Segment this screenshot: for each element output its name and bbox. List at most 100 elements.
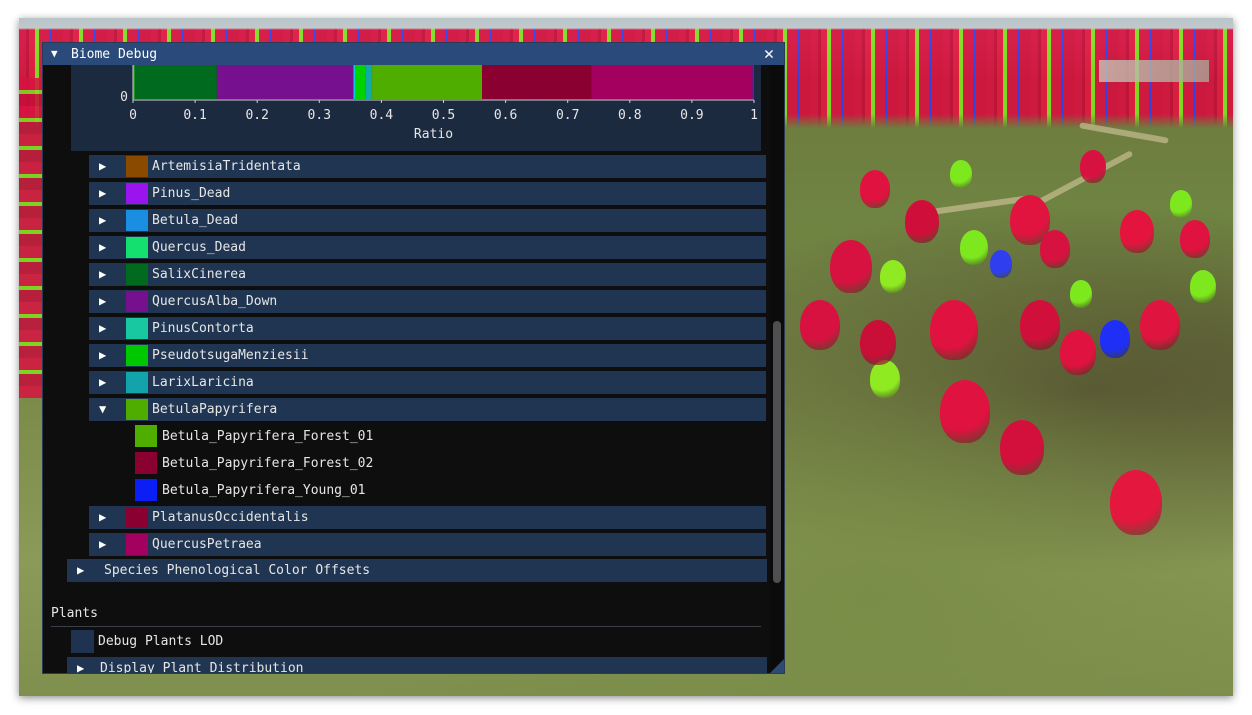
resize-grip-icon[interactable] [770,659,784,673]
species-row[interactable]: ▶ Pinus_Dead [89,182,766,205]
bar-segment [482,65,592,99]
species-row[interactable]: ▶ PlatanusOccidentalis [89,506,766,529]
color-swatch[interactable] [126,507,148,528]
plants-section-title: Plants [51,606,98,621]
color-swatch[interactable] [135,479,157,501]
species-row[interactable]: ▶ ArtemisiaTridentata [89,155,766,178]
species-row[interactable]: ▼ BetulaPapyrifera [89,398,766,421]
bar-segment [752,65,754,99]
tree [860,170,890,208]
distant-farm [1099,60,1209,82]
debug-plants-lod-label: Debug Plants LOD [98,634,224,649]
window-titlebar[interactable]: ▼ Biome Debug ✕ [43,43,784,65]
species-name: LarixLaricina [152,375,254,390]
close-icon[interactable]: ✕ [760,45,778,63]
phenological-offsets-header[interactable]: ▶ Species Phenological Color Offsets [67,559,767,582]
tree [960,230,988,265]
scrollbar-thumb[interactable] [773,321,781,583]
expand-arrow-icon: ▶ [99,159,107,173]
species-row[interactable]: ▶ QuercusAlba_Down [89,290,766,313]
bar-segment [216,65,354,99]
color-swatch[interactable] [135,425,157,447]
ratio-chart: 0 0.1 0.2 0.3 0.4 0.5 0.6 0.7 0.8 0.9 1 0 Ratio [71,65,761,151]
tree [905,200,939,243]
variant-row[interactable]: Betula_Papyrifera_Young_01 [135,479,735,502]
variant-row[interactable]: Betula_Papyrifera_Forest_01 [135,425,735,448]
color-swatch[interactable] [126,291,148,312]
window-title: Biome Debug [71,46,158,62]
color-swatch[interactable] [126,156,148,177]
tree [950,160,972,188]
color-swatch[interactable] [126,210,148,231]
x-tick-label: 1 [750,108,758,123]
tree [880,260,906,293]
tree [1190,270,1216,303]
phenological-offsets-label: Species Phenological Color Offsets [104,563,371,578]
bar-segment [591,65,753,99]
color-swatch[interactable] [126,399,148,420]
bar-segment [353,65,356,99]
variant-name: Betula_Papyrifera_Forest_02 [162,456,374,471]
collapse-arrow-icon[interactable]: ▼ [51,48,61,59]
species-row[interactable]: ▶ Quercus_Dead [89,236,766,259]
tree [1060,330,1096,375]
bar-segment [372,65,483,99]
species-name: PseudotsugaMenziesii [152,348,309,363]
ratio-chart-svg: 0 0.1 0.2 0.3 0.4 0.5 0.6 0.7 0.8 0.9 1 0 Ratio [120,65,758,142]
color-swatch[interactable] [126,183,148,204]
species-name: Pinus_Dead [152,186,231,201]
x-tick-label: 0.2 [245,108,268,123]
variant-row[interactable]: Betula_Papyrifera_Forest_02 [135,452,735,475]
section-divider [51,626,761,627]
species-name: QuercusAlba_Down [152,294,278,309]
species-row[interactable]: ▶ QuercusPetraea [89,533,766,556]
tree [1110,470,1162,535]
color-swatch[interactable] [126,372,148,393]
expand-arrow-icon: ▶ [99,321,107,335]
species-name: PlatanusOccidentalis [152,510,309,525]
display-plant-distribution-header[interactable]: ▶ Display Plant Distribution [67,657,767,674]
species-row[interactable]: ▶ SalixCinerea [89,263,766,286]
color-swatch[interactable] [126,237,148,258]
x-tick-label: 0 [129,108,137,123]
tree [1040,230,1070,268]
tree [1080,150,1106,183]
expand-arrow-icon: ▶ [99,348,107,362]
species-row[interactable]: ▶ PinusContorta [89,317,766,340]
tree [1120,210,1154,253]
tree [860,320,896,365]
tree [940,380,990,443]
species-name: Quercus_Dead [152,240,246,255]
expand-arrow-icon: ▶ [99,267,107,281]
color-swatch[interactable] [126,534,148,555]
species-row[interactable]: ▶ Betula_Dead [89,209,766,232]
variant-name: Betula_Papyrifera_Young_01 [162,483,366,498]
species-row[interactable]: ▶ LarixLaricina [89,371,766,394]
bar-segment [355,65,366,99]
x-tick-label: 0.7 [556,108,579,123]
species-row[interactable]: ▶ PseudotsugaMenziesii [89,344,766,367]
expand-arrow-icon: ▶ [77,661,85,674]
color-swatch[interactable] [126,318,148,339]
x-tick-label: 0.5 [432,108,455,123]
expand-arrow-icon: ▶ [77,563,85,577]
x-tick-label: 0.4 [370,108,394,123]
tree [1020,300,1060,350]
expand-arrow-icon: ▶ [99,537,107,551]
species-name: SalixCinerea [152,267,246,282]
expand-arrow-icon: ▶ [99,240,107,254]
x-axis-label: Ratio [414,127,453,142]
color-swatch[interactable] [126,345,148,366]
species-name: QuercusPetraea [152,537,262,552]
x-tick-label: 0.8 [618,108,641,123]
tree [1170,190,1192,218]
tree [1180,220,1210,258]
tree [800,300,840,350]
color-swatch[interactable] [126,264,148,285]
tree [830,240,872,293]
debug-plants-lod-checkbox[interactable] [71,630,94,653]
color-swatch[interactable] [135,452,157,474]
expand-arrow-icon: ▶ [99,213,107,227]
x-tick-label: 0.1 [183,108,206,123]
display-plant-distribution-label: Display Plant Distribution [100,661,304,674]
